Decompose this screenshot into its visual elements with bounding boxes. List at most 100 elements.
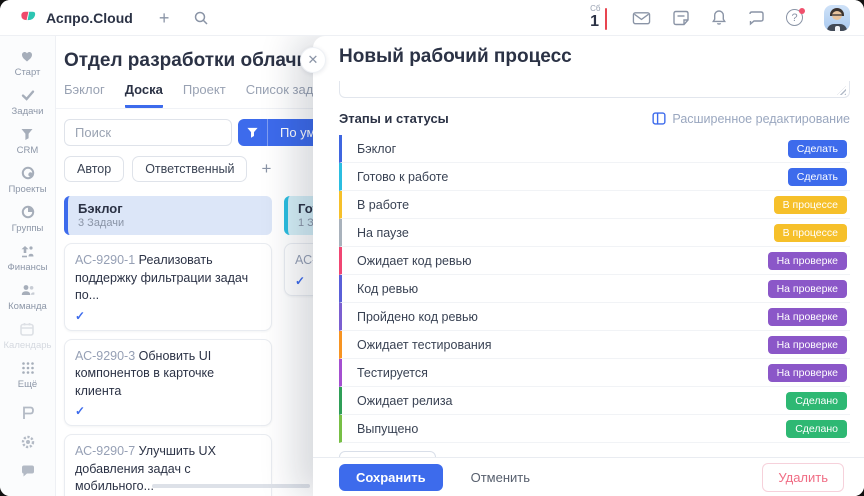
check-icon: ✓	[75, 309, 261, 323]
filter-funnel-icon[interactable]	[238, 119, 268, 146]
stage-row[interactable]: Ожидает тестирования На проверке	[339, 331, 850, 359]
stage-row[interactable]: Ожидает код ревью На проверке	[339, 247, 850, 275]
sidebar-item-product[interactable]	[20, 405, 36, 421]
heart-icon	[19, 48, 35, 64]
sidebar-item-label: Финансы	[8, 262, 48, 273]
sidebar-item-more[interactable]: Ещё	[18, 360, 37, 390]
person-up-icon	[19, 243, 35, 259]
column-header[interactable]: Бэклог 3 Задачи	[64, 196, 272, 235]
sidebar-item-settings[interactable]	[20, 434, 36, 450]
calendar-icon	[19, 321, 35, 337]
sidebar-item-start[interactable]: Старт	[15, 48, 41, 78]
stage-row[interactable]: Тестируется На проверке	[339, 359, 850, 387]
sidebar-item-label: Календарь	[4, 340, 52, 351]
chat-icon[interactable]	[748, 10, 765, 26]
stage-name: Ожидает код ревью	[357, 254, 472, 268]
stage-row[interactable]: Код ревью На проверке	[339, 275, 850, 303]
stage-row[interactable]: Ожидает релиза Сделано	[339, 387, 850, 415]
stage-name: Бэклог	[357, 142, 396, 156]
status-badge: На проверке	[768, 336, 847, 354]
sidebar-item-groups[interactable]: Группы	[12, 204, 44, 234]
horizontal-scrollbar[interactable]	[152, 484, 310, 488]
delete-button[interactable]: Удалить	[762, 463, 844, 492]
description-textarea[interactable]	[339, 81, 850, 98]
circles-icon	[20, 165, 36, 181]
advanced-edit-button[interactable]: Расширенное редактирование	[652, 112, 850, 126]
chat-bubble-icon	[20, 463, 36, 479]
task-card[interactable]: АС-9290-3 Обновить UI компонентов в карт…	[64, 339, 272, 427]
sidebar-item-label: Команда	[8, 301, 47, 312]
stage-row[interactable]: Готово к работе Сделать	[339, 163, 850, 191]
user-avatar[interactable]	[824, 5, 850, 31]
sidebar-item-label: Задачи	[12, 106, 44, 117]
sidebar: Старт Задачи CRM Проекты Группы Финансы …	[0, 36, 56, 496]
status-badge: На проверке	[768, 308, 847, 326]
stage-row[interactable]: На паузе В процессе	[339, 219, 850, 247]
column-name: Бэклог	[78, 201, 262, 216]
tab-backlog[interactable]: Бэклог	[64, 82, 105, 108]
tab-project[interactable]: Проект	[183, 82, 226, 108]
sidebar-item-label: CRM	[17, 145, 39, 156]
funnel-icon	[19, 126, 35, 142]
stage-row[interactable]: Пройдено код ревью На проверке	[339, 303, 850, 331]
weekday-label: Сб	[590, 5, 600, 13]
column-count: 3 Задачи	[78, 217, 262, 229]
bell-icon[interactable]	[711, 9, 727, 26]
advanced-edit-label: Расширенное редактирование	[672, 112, 850, 126]
stages-section-label: Этапы и статусы	[339, 111, 449, 126]
sidebar-item-label: Старт	[15, 67, 41, 78]
stage-row[interactable]: Выпущено Сделано	[339, 415, 850, 443]
sidebar-item-projects[interactable]: Проекты	[8, 165, 46, 195]
sidebar-item-label: Проекты	[8, 184, 46, 195]
stage-name: На паузе	[357, 226, 409, 240]
mail-icon[interactable]	[632, 10, 651, 26]
stage-name: Готово к работе	[357, 170, 448, 184]
search-input[interactable]	[64, 119, 232, 146]
brand-logo[interactable]: Аспро.Cloud	[18, 8, 133, 28]
sidebar-item-team[interactable]: Команда	[8, 282, 47, 312]
status-badge: Сделано	[786, 420, 847, 438]
task-id: АС-9290-7	[75, 444, 135, 458]
modal-title: Новый рабочий процесс	[339, 46, 850, 68]
notes-icon[interactable]	[672, 10, 690, 26]
filter-chip-author[interactable]: Автор	[64, 156, 124, 182]
calendar-date-widget[interactable]: Сб 1	[590, 5, 607, 30]
check-icon	[20, 87, 36, 103]
day-number: 1	[590, 14, 599, 30]
aspro-logo-icon	[18, 8, 38, 28]
resize-handle-icon[interactable]	[837, 86, 846, 95]
status-badge: Сделать	[788, 168, 847, 186]
save-button[interactable]: Сохранить	[339, 464, 443, 491]
stage-name: Тестируется	[357, 366, 428, 380]
sidebar-item-support-chat[interactable]	[20, 463, 36, 479]
filter-chip-assignee[interactable]: Ответственный	[132, 156, 247, 182]
status-badge: На проверке	[768, 364, 847, 382]
add-filter-icon[interactable]: +	[261, 159, 271, 179]
status-badge: В процессе	[774, 196, 847, 214]
status-badge: В процессе	[774, 224, 847, 242]
cancel-button[interactable]: Отменить	[465, 469, 536, 486]
help-icon[interactable]: ?	[786, 9, 803, 26]
topbar: Аспро.Cloud + Сб 1	[0, 0, 864, 36]
status-badge: Сделано	[786, 392, 847, 410]
sidebar-item-calendar[interactable]: Календарь	[4, 321, 52, 351]
status-badge: На проверке	[768, 252, 847, 270]
flag-p-icon	[20, 405, 36, 421]
sidebar-item-finance[interactable]: Финансы	[8, 243, 48, 273]
create-plus-icon[interactable]: +	[159, 9, 170, 27]
stage-name: В работе	[357, 198, 409, 212]
task-card[interactable]: АС-9290-1 Реализовать поддержку фильтрац…	[64, 243, 272, 331]
close-icon[interactable]: ✕	[300, 47, 326, 73]
status-badge: На проверке	[768, 280, 847, 298]
stage-row[interactable]: В работе В процессе	[339, 191, 850, 219]
tab-board[interactable]: Доска	[125, 82, 163, 108]
board-layout-icon	[652, 112, 666, 125]
sidebar-item-tasks[interactable]: Задачи	[12, 87, 44, 117]
stage-row[interactable]: Бэклог Сделать	[339, 135, 850, 163]
pie-icon	[20, 204, 36, 220]
sidebar-item-crm[interactable]: CRM	[17, 126, 39, 156]
status-badge: Сделать	[788, 140, 847, 158]
modal-footer: Сохранить Отменить Удалить	[313, 457, 864, 496]
app-window: Аспро.Cloud + Сб 1	[0, 0, 864, 496]
search-icon[interactable]	[193, 10, 209, 26]
